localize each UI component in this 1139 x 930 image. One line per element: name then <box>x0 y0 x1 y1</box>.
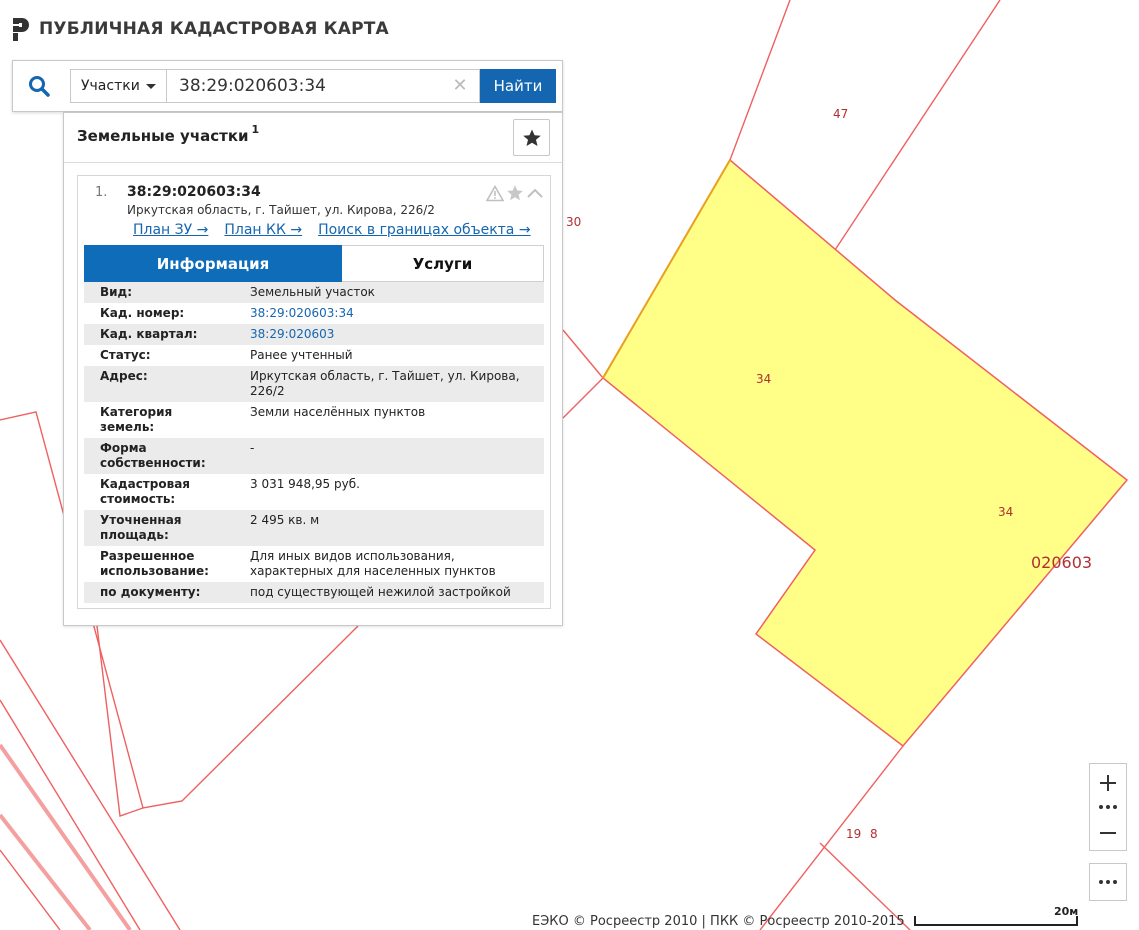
plus-icon <box>1100 775 1116 791</box>
find-button[interactable]: Найти <box>480 69 556 103</box>
results-panel: Земельные участки 1 1. 38:29:020603:34 Ир… <box>63 112 563 626</box>
minus-icon <box>1100 832 1116 834</box>
table-row: Кад. квартал: 38:29:020603 <box>84 324 544 345</box>
map-attribution: ЕЭКО © Росреестр 2010 | ПКК © Росреестр … <box>532 914 905 929</box>
scale-label: 20м <box>1054 905 1079 918</box>
zoom-control <box>1089 763 1127 851</box>
parcel-boundary <box>562 329 604 379</box>
row-value: 38:29:020603 <box>234 324 544 345</box>
parcel-boundary <box>729 0 791 161</box>
app-title: ПУБЛИЧНАЯ КАДАСТРОВАЯ КАРТА <box>39 19 389 39</box>
close-icon[interactable]: ✕ <box>449 75 471 97</box>
row-key: Уточненная площадь: <box>84 510 234 546</box>
plan-kk-link[interactable]: План КК → <box>224 222 302 238</box>
row-key: Кад. квартал: <box>84 324 234 345</box>
row-key: Кадастровая стоимость: <box>100 477 190 506</box>
result-links: План ЗУ → План КК → Поиск в границах объ… <box>133 222 531 238</box>
result-actions <box>486 184 544 202</box>
star-icon[interactable] <box>506 184 524 202</box>
parcel-label-47: 47 <box>833 107 848 121</box>
row-key: Кад. номер: <box>100 306 185 320</box>
row-value: Иркутская область, г. Тайшет, ул. Кирова… <box>234 366 544 402</box>
parcel-label-8: 8 <box>870 827 878 841</box>
search-toggle-button[interactable] <box>13 61 65 111</box>
chevron-up-icon[interactable] <box>526 186 544 200</box>
row-key: Категория земель: <box>100 405 173 434</box>
table-row: Кадастровая стоимость: 3 031 948,95 руб. <box>84 474 544 510</box>
table-row: Вид: Земельный участок <box>84 282 544 303</box>
app-logo[interactable]: ПУБЛИЧНАЯ КАДАСТРОВАЯ КАРТА <box>11 16 389 42</box>
table-row: по документу: под существующей нежилой за… <box>84 582 544 603</box>
tab-services[interactable]: Услуги <box>342 245 544 282</box>
parcel-label-19: 19 <box>846 827 861 841</box>
table-row: Уточненная площадь: 2 495 кв. м <box>84 510 544 546</box>
logo-icon <box>13 18 29 41</box>
more-icon[interactable] <box>1089 863 1127 901</box>
result-cad-number[interactable]: 38:29:020603:34 <box>127 184 261 200</box>
result-address: Иркутская область, г. Тайшет, ул. Кирова… <box>127 203 435 217</box>
row-value: Для иных видов использования, характерны… <box>250 549 496 578</box>
result-index: 1. <box>95 185 108 200</box>
row-value: 3 031 948,95 руб. <box>250 477 360 491</box>
search-input[interactable] <box>166 69 480 103</box>
zoom-out-button[interactable] <box>1090 816 1126 850</box>
chevron-down-icon <box>145 83 156 89</box>
row-value: - <box>234 438 544 474</box>
parcel-label-34: 34 <box>756 372 771 386</box>
row-key: Статус: <box>100 348 151 362</box>
search-icon <box>29 76 50 97</box>
parcel-boundary <box>834 0 1001 251</box>
results-header: Земельные участки 1 <box>64 113 562 163</box>
table-row: Категория земель: Земли населённых пункто… <box>84 402 544 438</box>
row-key: по документу: <box>84 582 234 603</box>
row-key: Адрес: <box>84 366 234 402</box>
table-row: Разрешенное использование: Для иных видов… <box>84 546 544 582</box>
selected-parcel[interactable] <box>602 158 1129 748</box>
search-type-label: Участки <box>81 78 140 94</box>
results-count: 1 <box>251 123 260 136</box>
zoom-in-button[interactable] <box>1090 766 1126 800</box>
row-value: Земли населённых пунктов <box>250 405 426 419</box>
star-icon <box>522 129 541 146</box>
zoom-level-icon[interactable] <box>1098 802 1118 812</box>
row-value: 2 495 кв. м <box>234 510 544 546</box>
warning-icon[interactable] <box>486 184 504 202</box>
result-tabs: Информация Услуги <box>84 245 544 282</box>
plan-zu-link[interactable]: План ЗУ → <box>133 222 208 238</box>
road-line <box>0 813 92 930</box>
row-key: Форма собственности: <box>84 438 234 474</box>
row-value: 38:29:020603:34 <box>234 303 544 324</box>
parcel-boundary <box>562 377 604 419</box>
tab-info[interactable]: Информация <box>84 245 342 282</box>
table-row: Адрес: Иркутская область, г. Тайшет, ул. … <box>84 366 544 402</box>
results-title: Земельные участки 1 <box>77 123 260 145</box>
quarter-label: 020603 <box>1031 553 1092 572</box>
result-card: 1. 38:29:020603:34 Иркутская область, г.… <box>77 175 551 609</box>
search-bar: Участки ✕ Найти <box>12 60 563 112</box>
row-value: под существующей нежилой застройкой <box>234 582 544 603</box>
table-row: Статус: Ранее учтенный <box>84 345 544 366</box>
table-row: Кад. номер: 38:29:020603:34 <box>84 303 544 324</box>
row-key: Вид: <box>84 282 234 303</box>
parcel-label-30: 30 <box>566 215 581 229</box>
search-in-bounds-link[interactable]: Поиск в границах объекта → <box>318 222 531 238</box>
row-value: Земельный участок <box>234 282 544 303</box>
favorites-button[interactable] <box>513 119 550 156</box>
row-key: Разрешенное использование: <box>100 549 209 578</box>
cad-quarter-link[interactable]: 38:29:020603 <box>250 327 334 341</box>
cad-number-link[interactable]: 38:29:020603:34 <box>250 306 354 320</box>
table-row: Форма собственности: - <box>84 438 544 474</box>
results-title-text: Земельные участки <box>77 127 249 145</box>
parcel-boundary <box>0 849 61 930</box>
row-value: Ранее учтенный <box>250 348 353 362</box>
parcel-label-34-secondary: 34 <box>998 505 1013 519</box>
info-table: Вид: Земельный участок Кад. номер: 38:29:0… <box>84 282 544 603</box>
search-type-select[interactable]: Участки <box>70 69 166 103</box>
parcel-boundary <box>0 699 141 930</box>
